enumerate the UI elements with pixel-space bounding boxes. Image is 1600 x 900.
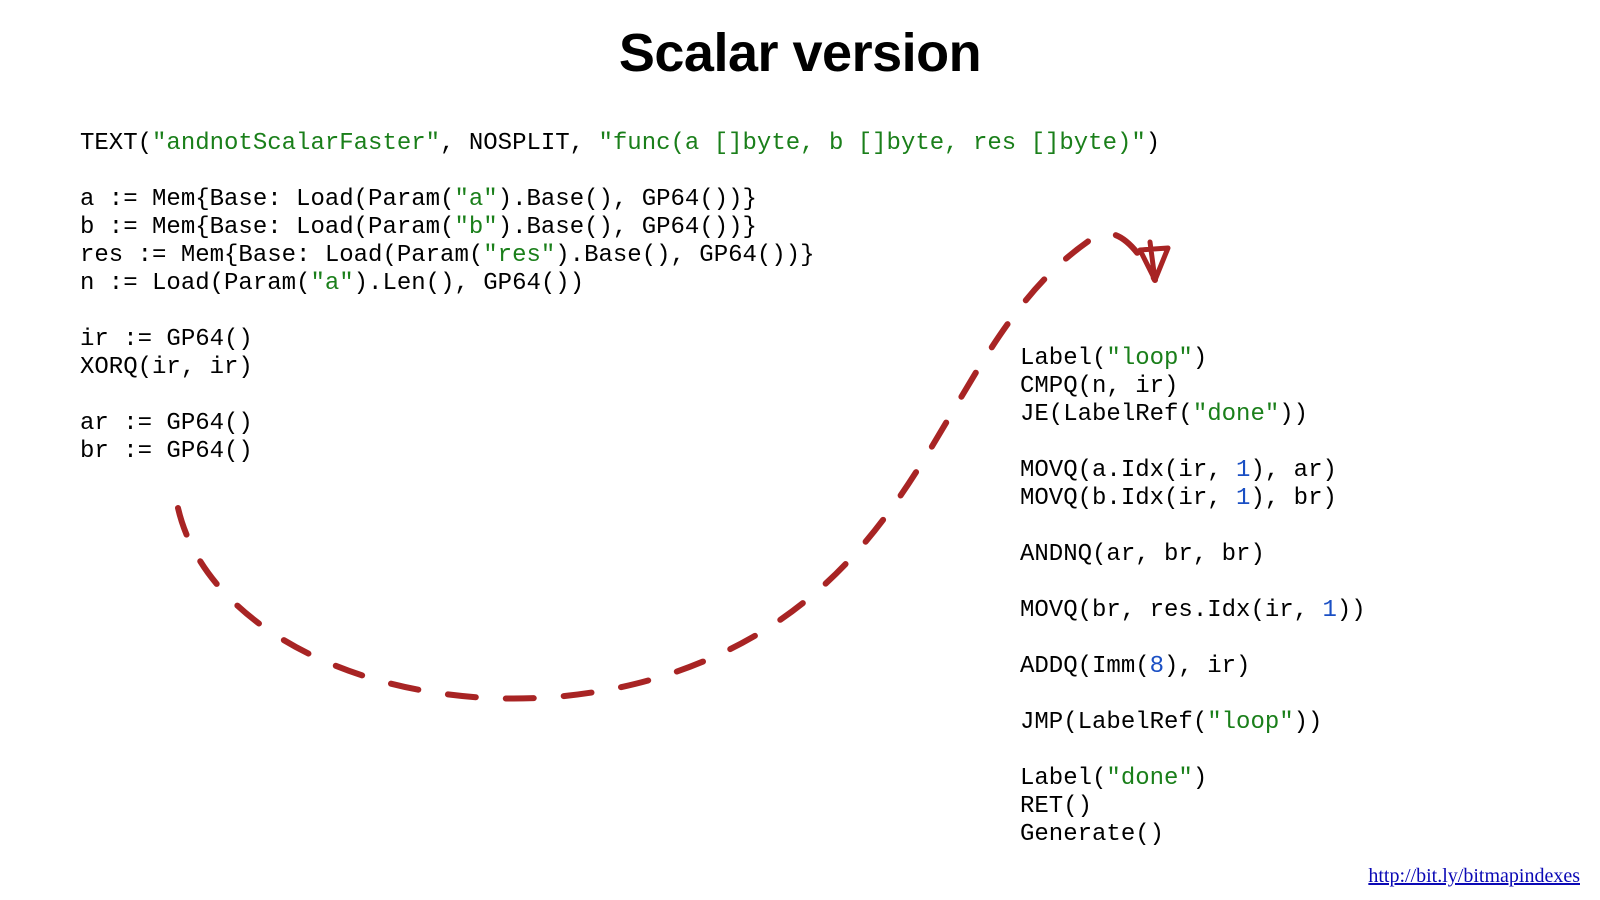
string-literal: "func(a []byte, b []byte, res []byte)" <box>599 130 1146 157</box>
code-token: )) <box>1337 597 1366 624</box>
code-token: TEXT( <box>80 130 152 157</box>
footer-link[interactable]: http://bit.ly/bitmapindexes <box>1368 865 1580 888</box>
code-token: ANDNQ(ar, br, br) <box>1020 541 1265 568</box>
code-token: res := Mem{Base: Load(Param( <box>80 242 483 269</box>
code-token: XORQ(ir, ir) <box>80 354 253 381</box>
slide-title: Scalar version <box>0 22 1600 84</box>
code-token: b := Mem{Base: Load(Param( <box>80 214 454 241</box>
code-token: ir := GP64() <box>80 326 253 353</box>
code-token: CMPQ(n, ir) <box>1020 373 1178 400</box>
code-block-left: TEXT("andnotScalarFaster", NOSPLIT, "fun… <box>80 130 1160 466</box>
code-token: ).Len(), GP64()) <box>354 270 584 297</box>
string-literal: "done" <box>1193 401 1279 428</box>
code-token: ), ar) <box>1250 457 1336 484</box>
code-token: RET() <box>1020 793 1092 820</box>
string-literal: "loop" <box>1207 709 1293 736</box>
string-literal: "loop" <box>1106 345 1192 372</box>
number-literal: 1 <box>1322 597 1336 624</box>
code-token: Generate() <box>1020 821 1164 848</box>
code-token: ) <box>1146 130 1160 157</box>
code-token: MOVQ(b.Idx(ir, <box>1020 485 1236 512</box>
code-token: ADDQ(Imm( <box>1020 653 1150 680</box>
code-token: ) <box>1193 345 1207 372</box>
number-literal: 8 <box>1150 653 1164 680</box>
code-token: ), ir) <box>1164 653 1250 680</box>
string-literal: "res" <box>483 242 555 269</box>
string-literal: "a" <box>454 186 497 213</box>
number-literal: 1 <box>1236 485 1250 512</box>
code-token: n := Load(Param( <box>80 270 310 297</box>
string-literal: "a" <box>310 270 353 297</box>
code-token: a := Mem{Base: Load(Param( <box>80 186 454 213</box>
code-token: br := GP64() <box>80 438 253 465</box>
code-token: ).Base(), GP64())} <box>498 214 757 241</box>
code-token: JE(LabelRef( <box>1020 401 1193 428</box>
code-token: MOVQ(br, res.Idx(ir, <box>1020 597 1322 624</box>
code-token: )) <box>1279 401 1308 428</box>
code-token: ), br) <box>1250 485 1336 512</box>
code-token: Label( <box>1020 765 1106 792</box>
string-literal: "b" <box>454 214 497 241</box>
code-token: ).Base(), GP64())} <box>555 242 814 269</box>
code-token: )) <box>1294 709 1323 736</box>
string-literal: "andnotScalarFaster" <box>152 130 440 157</box>
code-token: MOVQ(a.Idx(ir, <box>1020 457 1236 484</box>
code-token: ) <box>1193 765 1207 792</box>
code-token: Label( <box>1020 345 1106 372</box>
number-literal: 1 <box>1236 457 1250 484</box>
code-token: JMP(LabelRef( <box>1020 709 1207 736</box>
code-token: ar := GP64() <box>80 410 253 437</box>
code-token: ).Base(), GP64())} <box>498 186 757 213</box>
string-literal: "done" <box>1106 765 1192 792</box>
code-block-right: Label("loop") CMPQ(n, ir) JE(LabelRef("d… <box>1020 345 1366 849</box>
code-token: , NOSPLIT, <box>440 130 598 157</box>
